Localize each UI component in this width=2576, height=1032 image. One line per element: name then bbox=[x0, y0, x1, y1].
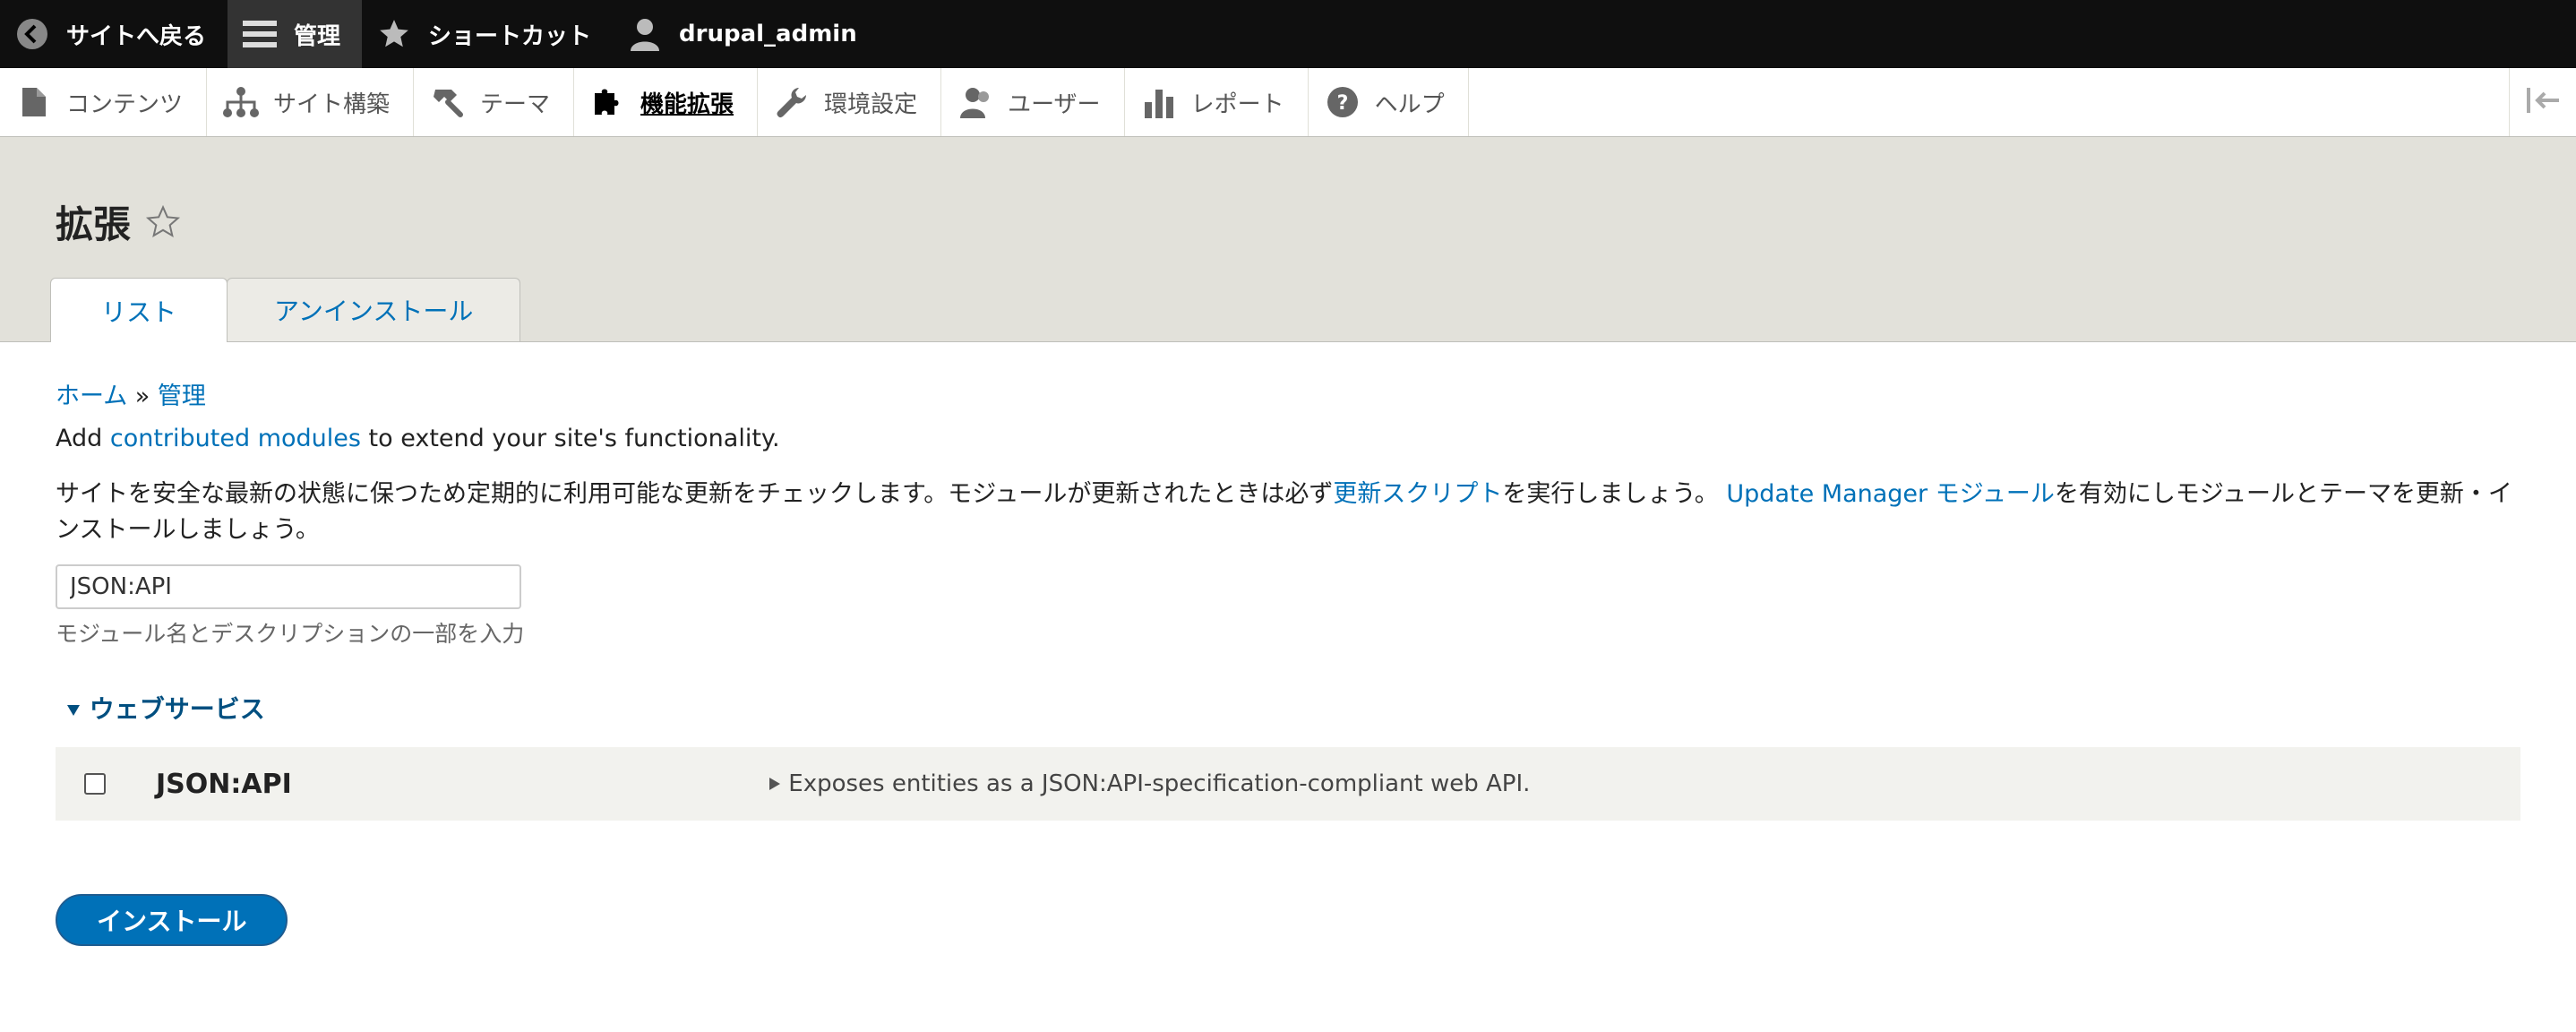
people-icon bbox=[957, 84, 993, 120]
update-help-text: サイトを安全な最新の状態に保つため定期的に利用可能な更新をチェックします。モジュ… bbox=[56, 477, 2528, 548]
tray-item-reports[interactable]: レポート bbox=[1125, 68, 1309, 136]
tray-item-label: サイト構築 bbox=[273, 90, 391, 118]
help-part1: サイトを安全な最新の状態に保つため定期的に利用可能な更新をチェックします。モジュ… bbox=[56, 480, 1334, 508]
page-header: 拡張 リスト アンインストール bbox=[0, 137, 2576, 342]
tray-item-label: 機能拡張 bbox=[640, 90, 734, 118]
install-button[interactable]: インストール bbox=[56, 894, 288, 946]
user-label: drupal_admin bbox=[679, 21, 857, 47]
tray-item-help[interactable]: ? ヘルプ bbox=[1309, 68, 1469, 136]
file-icon bbox=[16, 84, 52, 120]
back-to-site-link[interactable]: サイトへ戻る bbox=[0, 0, 228, 68]
tray-item-extend[interactable]: 機能拡張 bbox=[574, 68, 759, 136]
update-script-link[interactable]: 更新スクリプト bbox=[1333, 480, 1502, 508]
shortcuts-label: ショートカット bbox=[428, 22, 592, 50]
menu-icon bbox=[242, 16, 278, 52]
back-arrow-icon bbox=[14, 16, 50, 52]
contributed-modules-link[interactable]: contributed modules bbox=[110, 425, 361, 452]
intro-prefix: Add bbox=[56, 425, 110, 452]
manage-tab[interactable]: 管理 bbox=[228, 0, 363, 68]
user-icon bbox=[627, 16, 663, 52]
collapse-icon bbox=[2527, 88, 2559, 116]
admin-menu-tray: コンテンツ サイト構築 テーマ 機能拡張 環境設定 ユーザー レポート ? ヘル… bbox=[0, 68, 2576, 137]
tray-item-label: テーマ bbox=[480, 90, 551, 118]
intro-text: Add contributed modules to extend your s… bbox=[56, 425, 780, 452]
breadcrumb-home[interactable]: ホーム bbox=[56, 383, 127, 410]
page-title-text: 拡張 bbox=[56, 202, 132, 246]
star-icon bbox=[376, 16, 412, 52]
module-filter-description: モジュール名とデスクリプションの一部を入力 bbox=[56, 621, 525, 647]
module-enable-checkbox[interactable] bbox=[84, 773, 106, 795]
triangle-right-icon bbox=[769, 770, 788, 797]
tray-item-structure[interactable]: サイト構築 bbox=[207, 68, 415, 136]
package-group-label: ウェブサービス bbox=[89, 694, 265, 724]
module-row: JSON:API Exposes entities as a JSON:API-… bbox=[56, 747, 2520, 821]
tray-item-label: 環境設定 bbox=[824, 90, 918, 118]
help-icon: ? bbox=[1325, 84, 1361, 120]
page-title: 拡張 bbox=[56, 194, 181, 249]
tray-item-label: レポート bbox=[1190, 90, 1284, 118]
module-filter-input[interactable] bbox=[56, 564, 521, 609]
module-name: JSON:API bbox=[156, 768, 292, 800]
manage-label: 管理 bbox=[294, 22, 341, 50]
wrench-icon bbox=[774, 84, 810, 120]
tray-item-appearance[interactable]: テーマ bbox=[414, 68, 575, 136]
shortcuts-tab[interactable]: ショートカット bbox=[362, 0, 613, 68]
triangle-down-icon bbox=[66, 694, 90, 724]
breadcrumb-separator: » bbox=[134, 383, 150, 410]
bar-chart-icon bbox=[1141, 84, 1177, 120]
module-description-text: Exposes entities as a JSON:API-specifica… bbox=[788, 770, 1531, 797]
admin-toolbar: サイトへ戻る 管理 ショートカット drupal_admin bbox=[0, 0, 2576, 68]
breadcrumb-admin[interactable]: 管理 bbox=[158, 383, 206, 410]
user-tab[interactable]: drupal_admin bbox=[613, 0, 879, 68]
module-description[interactable]: Exposes entities as a JSON:API-specifica… bbox=[769, 770, 1530, 797]
tray-item-people[interactable]: ユーザー bbox=[941, 68, 1125, 136]
tray-item-label: コンテンツ bbox=[66, 90, 184, 118]
intro-suffix: to extend your site's functionality. bbox=[360, 425, 780, 452]
sitemap-icon bbox=[223, 84, 260, 120]
svg-text:?: ? bbox=[1336, 92, 1348, 115]
back-to-site-label: サイトへ戻る bbox=[66, 22, 207, 50]
tray-item-label: ヘルプ bbox=[1374, 90, 1445, 118]
shortcut-star-icon[interactable] bbox=[145, 204, 181, 240]
tab-uninstall[interactable]: アンインストール bbox=[227, 278, 521, 341]
package-group-title[interactable]: ウェブサービス bbox=[66, 690, 265, 726]
tray-item-content[interactable]: コンテンツ bbox=[0, 68, 208, 136]
paintbrush-icon bbox=[430, 84, 466, 120]
primary-tabs: リスト アンインストール bbox=[50, 278, 521, 342]
tray-orientation-toggle[interactable] bbox=[2509, 68, 2576, 136]
puzzle-icon bbox=[590, 84, 626, 120]
update-manager-link[interactable]: Update Manager モジュール bbox=[1726, 480, 2054, 508]
breadcrumb: ホーム » 管理 bbox=[56, 376, 206, 411]
tab-list[interactable]: リスト bbox=[50, 278, 228, 342]
tray-item-configuration[interactable]: 環境設定 bbox=[758, 68, 942, 136]
help-part2: を実行しましょう。 bbox=[1502, 480, 1719, 508]
tray-item-label: ユーザー bbox=[1008, 90, 1101, 118]
